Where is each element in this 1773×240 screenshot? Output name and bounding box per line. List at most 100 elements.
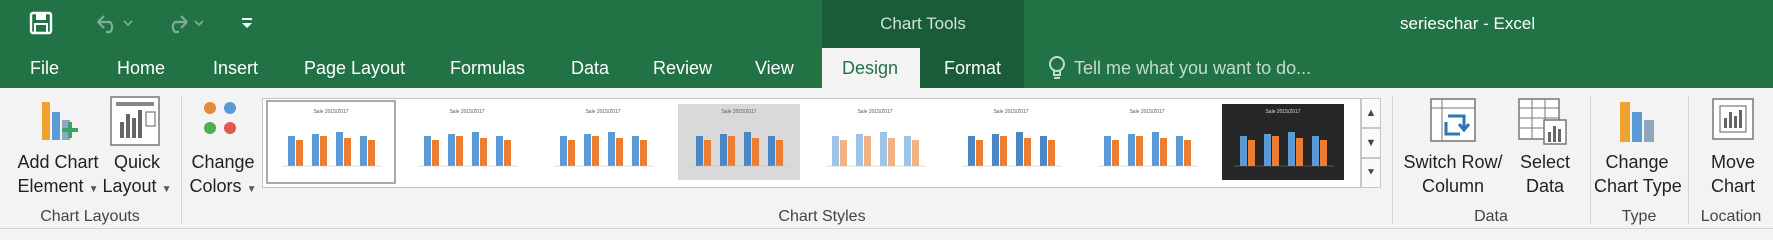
tab-insert[interactable]: Insert: [213, 58, 258, 79]
document-title: serieschar - Excel: [1400, 14, 1536, 33]
add-chart-element-icon[interactable]: [36, 98, 78, 146]
chart-style-bar: [768, 136, 775, 166]
chart-style-thumbnail-title: Sale 2015/2017: [993, 109, 1028, 115]
chart-style-bar: [992, 134, 999, 166]
tab-review[interactable]: Review: [653, 58, 712, 79]
lightbulb-icon[interactable]: [1046, 55, 1070, 81]
location-group-label: Location: [1700, 208, 1762, 225]
quick-layout-icon[interactable]: [110, 96, 160, 146]
chart-style-bar: [432, 140, 439, 166]
chart-style-bar: [1240, 136, 1247, 166]
select-data-icon[interactable]: [1518, 98, 1568, 146]
chart-style-bar: [480, 138, 487, 166]
tab-format[interactable]: Format: [944, 58, 1001, 79]
chart-style-bar: [1160, 138, 1167, 166]
change-chart-type-icon[interactable]: [1616, 98, 1658, 144]
group-separator: [1688, 96, 1689, 224]
switch-row-column-icon[interactable]: [1430, 98, 1476, 142]
select-data-label-1: Select: [1519, 152, 1571, 172]
type-group-label: Type: [1621, 208, 1657, 225]
chart-style-bar: [1248, 140, 1255, 166]
chart-style-bar: [728, 136, 735, 166]
chart-style-bar: [584, 134, 591, 166]
tell-me-search[interactable]: Tell me what you want to do...: [1074, 58, 1311, 79]
chart-style-bar: [1128, 134, 1135, 166]
tab-page-layout[interactable]: Page Layout: [304, 58, 405, 79]
chart-style-bar: [880, 132, 887, 166]
change-colors-label-2: Colors: [189, 176, 242, 196]
chart-style-bar: [320, 136, 327, 166]
change-colors-button[interactable]: Change Colors ▼: [188, 150, 258, 202]
switch-row-column-label-2: Column: [1421, 176, 1485, 196]
chart-style-bar: [360, 136, 367, 166]
change-chart-type-button[interactable]: Change Chart Type: [1594, 150, 1682, 198]
chart-style-bar: [864, 136, 871, 166]
chart-style-bar: [296, 140, 303, 166]
chart-style-bar: [424, 136, 431, 166]
chart-style-thumbnail[interactable]: Sale 2015/2017: [406, 104, 528, 180]
chart-style-bar: [560, 136, 567, 166]
chart-style-bar: [568, 140, 575, 166]
chart-style-bar: [632, 136, 639, 166]
customize-qat-icon[interactable]: [236, 8, 258, 38]
chart-style-thumbnail[interactable]: Sale 2015/2017: [1222, 104, 1344, 180]
chart-style-bar: [744, 132, 751, 166]
chevron-up-icon: ▲: [1365, 107, 1377, 119]
tab-data[interactable]: Data: [571, 58, 609, 79]
chart-style-bar: [640, 140, 647, 166]
select-data-label-2: Data: [1525, 176, 1565, 196]
chart-style-bar: [344, 138, 351, 166]
chevron-down-icon: ▼: [88, 184, 99, 195]
chart-style-thumbnail[interactable]: Sale 2015/2017: [950, 104, 1072, 180]
chart-style-thumbnail-title: Sale 2015/2017: [721, 109, 756, 115]
move-chart-icon[interactable]: [1712, 98, 1756, 142]
move-chart-button[interactable]: Move Chart: [1694, 150, 1772, 198]
chart-style-thumbnail-title: Sale 2015/2017: [449, 109, 484, 115]
chart-style-bar: [1024, 138, 1031, 166]
chart-style-bar: [592, 136, 599, 166]
save-icon[interactable]: [26, 8, 56, 38]
add-chart-element-label-2: Element: [17, 176, 84, 196]
gallery-scroll-up[interactable]: ▲: [1361, 98, 1381, 128]
tab-file[interactable]: File: [30, 58, 59, 79]
chart-style-thumbnail-title: Sale 2015/2017: [313, 109, 348, 115]
group-separator: [181, 96, 182, 224]
chart-style-bar: [616, 138, 623, 166]
chart-style-bar: [1320, 140, 1327, 166]
change-chart-type-label-1: Change: [1605, 152, 1669, 172]
data-group-label: Data: [1474, 208, 1508, 225]
tab-view[interactable]: View: [755, 58, 794, 79]
chart-style-bar: [472, 132, 479, 166]
tab-design[interactable]: Design: [842, 58, 898, 79]
chart-style-bar: [448, 134, 455, 166]
more-icon: ⯆: [1366, 166, 1376, 179]
chart-style-bar: [1048, 140, 1055, 166]
chart-style-bar: [1040, 136, 1047, 166]
chart-style-thumbnail-title: Sale 2015/2017: [1129, 109, 1164, 115]
chart-style-bar: [1288, 132, 1295, 166]
redo-icon[interactable]: [162, 8, 208, 38]
chart-style-bar: [504, 140, 511, 166]
chart-style-thumbnail[interactable]: Sale 2015/2017: [814, 104, 936, 180]
tab-formulas[interactable]: Formulas: [450, 58, 525, 79]
select-data-button[interactable]: Select Data: [1508, 150, 1582, 198]
chart-style-bar: [840, 140, 847, 166]
quick-layout-button[interactable]: Quick Layout ▼: [98, 150, 176, 202]
chart-style-bar: [888, 138, 895, 166]
chart-style-thumbnail[interactable]: Sale 2015/2017: [266, 100, 396, 184]
undo-icon[interactable]: [92, 8, 136, 38]
chart-style-thumbnail[interactable]: Sale 2015/2017: [678, 104, 800, 180]
chart-style-bar: [720, 134, 727, 166]
chart-style-thumbnail[interactable]: Sale 2015/2017: [1086, 104, 1208, 180]
change-colors-icon[interactable]: [198, 98, 246, 146]
gallery-more[interactable]: ⯆: [1361, 158, 1381, 188]
tab-home[interactable]: Home: [117, 58, 165, 79]
quick-layout-label-1: Quick: [113, 152, 160, 172]
switch-row-column-button[interactable]: Switch Row/ Column: [1400, 150, 1506, 198]
chart-style-bar: [696, 136, 703, 166]
chart-style-bar: [1272, 136, 1279, 166]
chart-style-thumbnail[interactable]: Sale 2015/2017: [542, 104, 664, 180]
move-chart-label-1: Move: [1710, 152, 1755, 172]
gallery-scroll-down[interactable]: ▼: [1361, 128, 1381, 158]
chart-style-bar: [1152, 132, 1159, 166]
